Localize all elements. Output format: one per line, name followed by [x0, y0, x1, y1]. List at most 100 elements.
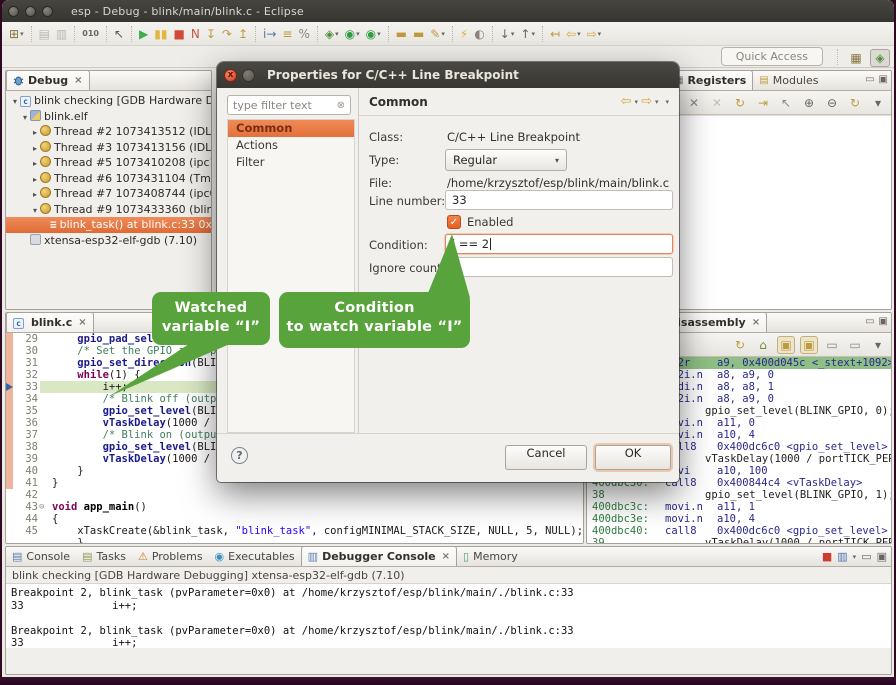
back-icon[interactable]: ⇦: [621, 94, 632, 109]
diff-ruler[interactable]: [6, 441, 13, 453]
display-selected-console-icon[interactable]: ▥: [837, 550, 847, 563]
tab-console[interactable]: ▤Console: [6, 546, 76, 566]
dialog-section-filter[interactable]: Filter: [228, 154, 354, 171]
clear-filter-icon[interactable]: ⊗: [337, 100, 345, 111]
open-folder-button[interactable]: ▬: [394, 24, 409, 44]
condition-input[interactable]: i == 2: [445, 234, 673, 254]
minimize-icon[interactable]: ▭: [861, 550, 871, 563]
ok-button[interactable]: OK: [595, 445, 671, 470]
diff-ruler[interactable]: [6, 369, 13, 381]
tab-executables[interactable]: ◉Executables: [209, 546, 301, 566]
debug-tree-item[interactable]: ▾cblink checking [GDB Hardware Debug: [6, 93, 211, 109]
chevron-down-icon[interactable]: ▾: [635, 98, 639, 106]
build-binary-button[interactable]: 010: [80, 24, 101, 44]
debug-tree-item[interactable]: ▾Thread #9 1073433360 (blink_task: [6, 202, 211, 218]
instruction-pointer-icon[interactable]: [6, 383, 13, 391]
tab-modules[interactable]: ▤Modules: [753, 70, 824, 90]
expander-icon[interactable]: ▾: [30, 203, 40, 218]
expander-icon[interactable]: ▸: [30, 187, 40, 202]
diff-ruler[interactable]: [6, 501, 13, 513]
new-wizard-button[interactable]: ⊞▾: [7, 24, 26, 44]
import-folder-button[interactable]: ▬: [411, 24, 426, 44]
collapse-icon[interactable]: ⊖: [823, 94, 841, 112]
tab-blink-c[interactable]: c blink.c ×: [6, 312, 94, 332]
debug-tree-item[interactable]: ▾blink.elf: [6, 109, 211, 125]
import-icon[interactable]: ⇥: [754, 94, 772, 112]
expand-icon[interactable]: ⊕: [800, 94, 818, 112]
debug-tree-item[interactable]: ▸Thread #3 1073413156 (IDLE) (Susp: [6, 140, 211, 156]
diff-ruler[interactable]: [6, 453, 13, 465]
forward-icon[interactable]: ⇨: [641, 94, 652, 109]
debug-tree-item[interactable]: ▸Thread #5 1073410208 (ipc1) (Susp: [6, 155, 211, 171]
refresh-icon[interactable]: ↻: [731, 336, 749, 354]
resume-button[interactable]: ▶: [137, 24, 150, 44]
diff-ruler[interactable]: [6, 465, 13, 477]
new-item-button[interactable]: ✎▾: [428, 24, 447, 44]
dialog-section-common[interactable]: Common: [228, 120, 354, 137]
instruction-stepping-button[interactable]: i→: [261, 24, 278, 44]
follow-pc-toggle-icon[interactable]: ▣: [800, 336, 818, 354]
diff-ruler[interactable]: [6, 405, 13, 417]
chevron-down-icon[interactable]: ▾: [853, 553, 857, 561]
minimize-icon[interactable]: ▭: [865, 316, 874, 327]
expander-icon[interactable]: ▾: [20, 110, 30, 125]
console-output[interactable]: Breakpoint 2, blink_task (pvParameter=0x…: [6, 584, 891, 648]
maximize-icon[interactable]: ▣: [879, 74, 888, 85]
diff-ruler[interactable]: [6, 429, 13, 441]
expander-icon[interactable]: ▸: [30, 172, 40, 187]
save-all-button[interactable]: ▥: [54, 24, 69, 44]
help-icon[interactable]: ?: [231, 447, 248, 464]
expander-icon[interactable]: ▸: [30, 156, 40, 171]
search-button[interactable]: ⚡: [458, 24, 470, 44]
diff-ruler[interactable]: [6, 345, 13, 357]
refresh-icon[interactable]: ↻: [846, 94, 864, 112]
terminate-icon[interactable]: ■: [822, 550, 832, 563]
minimize-icon[interactable]: ▭: [865, 74, 874, 85]
view-menu-icon[interactable]: ▾: [869, 94, 887, 112]
diff-ruler[interactable]: [6, 537, 13, 543]
cpp-perspective-button[interactable]: ▦: [846, 49, 866, 67]
toggle-mark-button[interactable]: ◐: [472, 24, 486, 44]
save-button[interactable]: ▤: [37, 24, 52, 44]
debug-perspective-button[interactable]: ◈: [870, 49, 890, 67]
external-tools-button[interactable]: ◉▾: [364, 24, 383, 44]
debug-tree-item[interactable]: ▸Thread #7 1073408744 (ipc0) (Susp: [6, 186, 211, 202]
diff-ruler[interactable]: [6, 417, 13, 429]
suspend-button[interactable]: ▮▮: [152, 24, 169, 44]
tab-debug[interactable]: Debug ×: [6, 70, 90, 90]
home-icon[interactable]: ⌂: [754, 336, 772, 354]
step-filters-button[interactable]: %: [296, 24, 311, 44]
tab-debugger-console[interactable]: ▥Debugger Console×: [301, 546, 457, 566]
debug-tree-item[interactable]: ▸Thread #2 1073413512 (IDLE : Runn: [6, 124, 211, 140]
terminate-button[interactable]: ■: [171, 24, 186, 44]
tab-memory[interactable]: ▯Memory: [457, 546, 524, 566]
close-icon[interactable]: ×: [78, 317, 86, 328]
diff-ruler[interactable]: [6, 393, 13, 405]
ignore-count-input[interactable]: 0: [445, 257, 673, 277]
select-pointer-button[interactable]: ↖: [112, 24, 126, 44]
chevron-down-icon[interactable]: ▾: [655, 98, 659, 106]
pin-view-icon[interactable]: ▭: [846, 336, 864, 354]
diff-ruler[interactable]: [6, 357, 13, 369]
run-button[interactable]: ◉▾: [343, 24, 362, 44]
expander-icon[interactable]: ▸: [30, 125, 40, 140]
dialog-section-actions[interactable]: Actions: [228, 137, 354, 154]
restore-defaults-icon[interactable]: ↻: [731, 94, 749, 112]
step-return-button[interactable]: ↥: [236, 24, 250, 44]
diff-ruler[interactable]: [6, 513, 13, 525]
open-new-view-icon[interactable]: ▭: [823, 336, 841, 354]
debug-tree-item[interactable]: xtensa-esp32-elf-gdb (7.10): [6, 233, 211, 249]
fold-icon[interactable]: ⊖: [39, 501, 50, 513]
view-menu-icon[interactable]: ▾: [665, 98, 669, 106]
disconnect-button[interactable]: N: [189, 24, 202, 44]
dialog-minimize-button[interactable]: [242, 69, 255, 82]
line-number-input[interactable]: 33: [445, 190, 673, 210]
pointer-icon[interactable]: ↖: [777, 94, 795, 112]
remove-register-group-icon[interactable]: ✕: [685, 94, 703, 112]
debug-button[interactable]: ◈▾: [323, 24, 341, 44]
last-edit-button[interactable]: ↤: [548, 24, 562, 44]
diff-ruler[interactable]: [6, 525, 13, 537]
window-maximize-button[interactable]: [42, 6, 53, 17]
diff-ruler[interactable]: [6, 489, 13, 501]
close-icon[interactable]: ×: [74, 75, 82, 86]
